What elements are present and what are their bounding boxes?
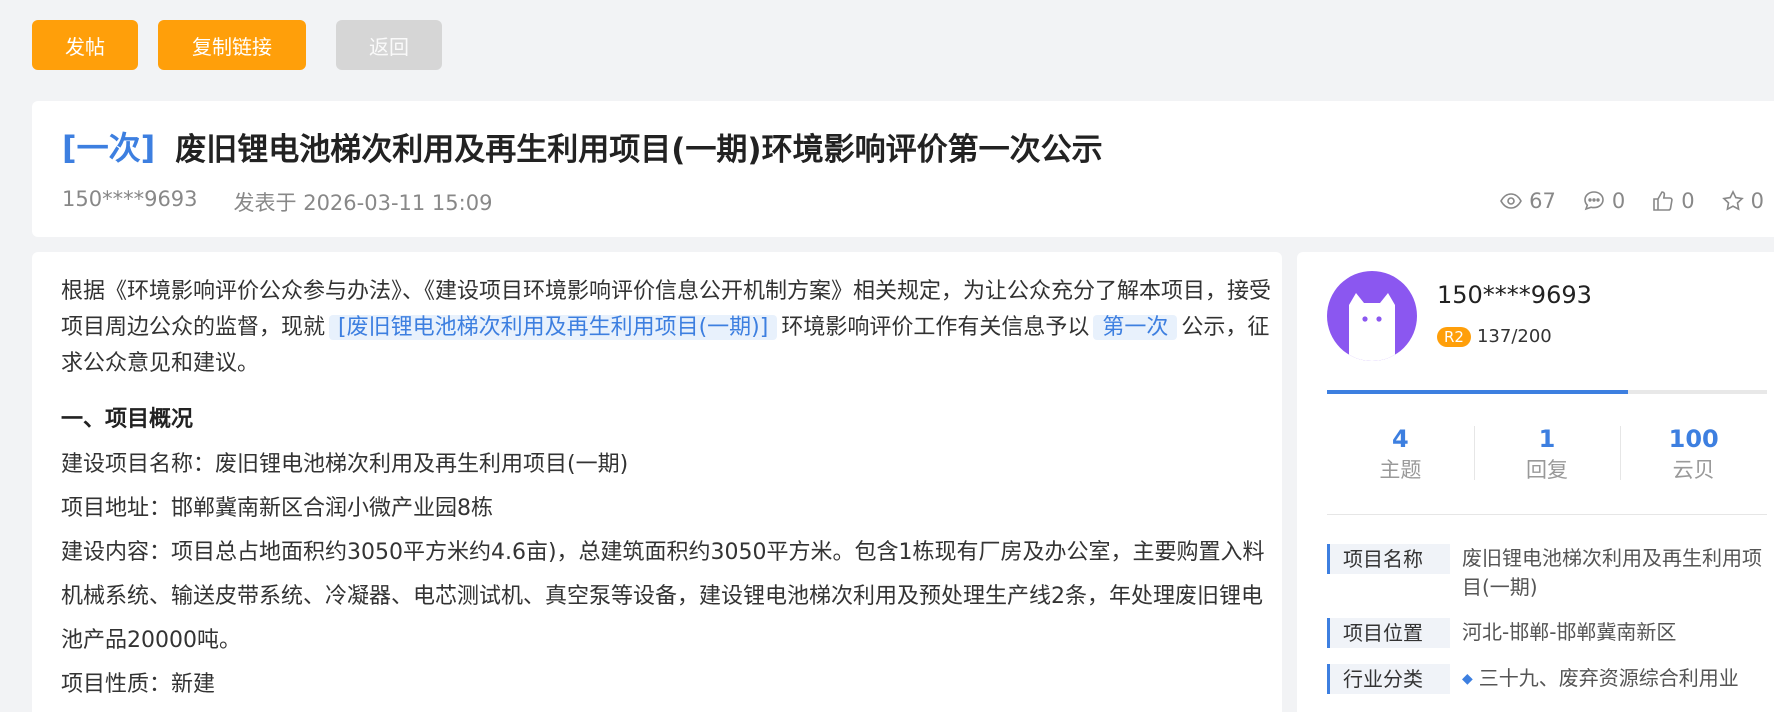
count-label: 云贝 [1672,458,1715,482]
comment-icon [1584,191,1604,211]
prop-project-location: 项目位置 河北-邯郸-邯郸冀南新区 [1327,618,1772,648]
project-properties: 项目名称 废旧锂电池梯次利用及再生利用项目(一期) 项目位置 河北-邯郸-邯郸冀… [1327,544,1772,710]
post-tag: [一次] [62,129,156,167]
count-value: 100 [1668,425,1719,453]
info-construction-content: 建设内容：项目总占地面积约3050平方米约4.6亩)，总建筑面积约3050平方米… [61,540,1265,653]
publicity-stage-highlight: 第一次 [1093,315,1178,340]
prop-value: 河北-邯郸-邯郸冀南新区 [1462,620,1677,644]
diamond-bullet-icon: ◆ [1462,671,1473,687]
level-badge: R2 [1437,326,1471,347]
back-button[interactable]: 返回 [336,20,442,70]
post-title: 废旧锂电池梯次利用及再生利用项目(一期)环境影响评价第一次公示 [175,131,1103,168]
post-stats: 67 0 0 0 [1473,189,1764,213]
post-body: 根据《环境影响评价公众参与办法》、《建设项目环境影响评价信息公开机制方案》相关规… [61,274,1281,707]
project-name-highlight: [废旧锂电池梯次利用及再生利用项目(一期)] [329,315,778,340]
info-project-nature: 项目性质：新建 [61,672,216,697]
user-counts: 4 主题 1 回复 100 云贝 [1327,424,1767,486]
level-progress-text: 137/200 [1476,326,1552,347]
post-author[interactable]: 150****9693 [62,187,198,217]
likes-count: 0 [1681,189,1695,213]
eye-icon [1500,193,1523,209]
section-title-overview: 一、项目概况 [61,407,194,432]
count-label: 回复 [1526,458,1568,482]
count-replies[interactable]: 1 回复 [1473,424,1621,486]
info-project-address: 项目地址：邯郸冀南新区合润小微产业园8栋 [61,496,493,521]
sidebar-divider [1327,514,1767,515]
thumbs-up-icon [1653,191,1673,211]
comments-count: 0 [1611,189,1626,213]
info-project-name: 建设项目名称：废旧锂电池梯次利用及再生利用项目(一期) [61,452,629,477]
post-header-card: [一次] 废旧锂电池梯次利用及再生利用项目(一期)环境影响评价第一次公示 150… [32,101,1774,237]
intro-paragraph: 根据《环境影响评价公众参与办法》、《建设项目环境影响评价信息公开机制方案》相关规… [61,274,1281,382]
post-date: 发表于 2026-03-11 15:09 [233,191,493,215]
user-level: R2 137/200 [1437,326,1552,347]
views-count: 67 [1529,189,1556,213]
prop-key: 项目名称 [1327,544,1450,574]
prop-value: 废旧锂电池梯次利用及再生利用项目(一期) [1462,546,1762,599]
prop-value: 三十九、废弃资源综合利用业 [1478,666,1739,690]
post-content-card: 根据《环境影响评价公众参与办法》、《建设项目环境影响评价信息公开机制方案》相关规… [32,252,1282,712]
count-value: 4 [1391,425,1409,453]
sidebar-username[interactable]: 150****9693 [1437,281,1592,309]
favorites-stat[interactable]: 0 [1721,189,1764,213]
copy-link-button[interactable]: 复制链接 [158,20,306,70]
count-label: 主题 [1379,458,1422,482]
cat-avatar-icon [1349,293,1395,361]
favorites-count: 0 [1750,189,1764,213]
prop-project-name: 项目名称 废旧锂电池梯次利用及再生利用项目(一期) [1327,544,1772,602]
avatar[interactable] [1327,271,1417,361]
star-icon [1721,189,1744,211]
views-stat: 67 [1499,189,1556,213]
post-button[interactable]: 发帖 [32,20,138,70]
toolbar: 发帖 复制链接 返回 [32,20,442,70]
post-meta: 150****9693 发表于 2026-03-11 15:09 [62,187,492,217]
comments-stat[interactable]: 0 [1582,189,1625,213]
count-value: 1 [1538,425,1556,453]
prop-industry: 行业分类 ◆ 三十九、废弃资源综合利用业 [1327,664,1772,694]
likes-stat[interactable]: 0 [1651,189,1695,213]
author-sidebar: 150****9693 R2 137/200 4 主题 1 回复 100 云贝 … [1297,252,1774,712]
prop-key: 项目位置 [1327,618,1450,648]
prop-key: 行业分类 [1327,664,1450,694]
post-title-row: [一次] 废旧锂电池梯次利用及再生利用项目(一期)环境影响评价第一次公示 [62,123,1103,169]
level-progress-bar [1327,390,1767,394]
count-topics[interactable]: 4 主题 [1327,424,1474,486]
level-progress-fill [1327,390,1629,394]
intro-text-2: 环境影响评价工作有关信息予以 [781,315,1090,340]
count-coins[interactable]: 100 云贝 [1620,424,1767,486]
prop-value-wrapper: ◆ 三十九、废弃资源综合利用业 [1462,664,1739,694]
